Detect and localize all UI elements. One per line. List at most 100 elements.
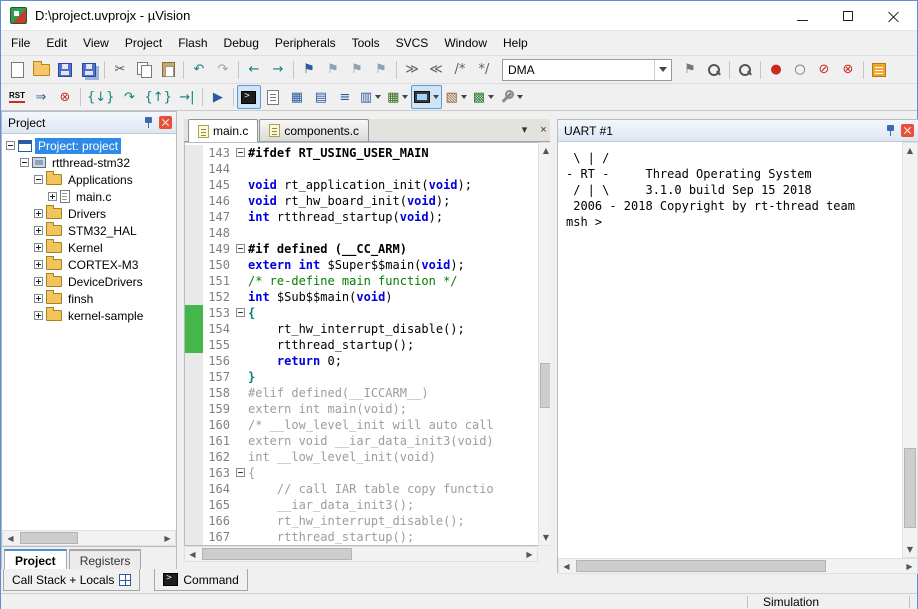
panel-close-icon[interactable] <box>159 116 172 129</box>
fold-collapse-icon[interactable] <box>236 244 245 253</box>
tree-row-applications[interactable]: Applications <box>2 171 176 188</box>
code-line[interactable]: /* re-define main function */ <box>248 273 538 289</box>
tree-row-kernel[interactable]: Kernel <box>2 239 176 256</box>
menu-view[interactable]: View <box>75 31 117 55</box>
uart-output[interactable]: \ | /- RT - Thread Operating System / | … <box>558 142 902 558</box>
breakpoint-margin[interactable] <box>185 465 203 481</box>
disassembly-window-icon[interactable] <box>261 85 285 109</box>
code-line[interactable]: { <box>248 465 538 481</box>
navigate-back-icon[interactable]: ← <box>242 58 266 82</box>
breakpoint-insert-icon[interactable]: ● <box>764 58 788 82</box>
code-line[interactable]: extern int $Super$$main(void); <box>248 257 538 273</box>
menu-project[interactable]: Project <box>117 31 170 55</box>
menu-svcs[interactable]: SVCS <box>388 31 437 55</box>
project-hscrollbar[interactable]: ◀ ▶ <box>2 530 176 546</box>
bookmark-toggle-icon[interactable]: ⚑ <box>297 58 321 82</box>
scroll-right-icon[interactable]: ▶ <box>522 547 537 562</box>
collapse-icon[interactable] <box>6 141 15 150</box>
panel-splitter[interactable] <box>550 111 557 569</box>
tree-item-kernel-sample[interactable]: kernel-sample <box>65 308 146 324</box>
scroll-right-icon[interactable]: ▶ <box>902 559 917 574</box>
tree-item-cortex-m3[interactable]: CORTEX-M3 <box>65 257 141 273</box>
tree-item-finsh[interactable]: finsh <box>65 291 96 307</box>
stop-icon[interactable]: ⊗ <box>53 85 77 109</box>
bookmark-prev-icon[interactable]: ⚑ <box>321 58 345 82</box>
editor-tab-main-c[interactable]: main.c <box>188 119 258 142</box>
tree-row-devicedrivers[interactable]: DeviceDrivers <box>2 273 176 290</box>
code-line[interactable]: extern void __iar_data_init3(void) <box>248 433 538 449</box>
scrollbar-thumb[interactable] <box>20 532 78 544</box>
save-icon[interactable] <box>53 58 77 82</box>
scroll-left-icon[interactable]: ◀ <box>185 547 200 562</box>
close-button[interactable] <box>871 1 917 31</box>
command-tab[interactable]: Command <box>154 569 247 591</box>
scroll-left-icon[interactable]: ◀ <box>559 559 574 574</box>
breakpoint-disable-all-icon[interactable]: ⊘ <box>812 58 836 82</box>
code-line[interactable]: { <box>248 305 538 321</box>
scrollbar-thumb[interactable] <box>576 560 826 572</box>
code-line[interactable]: #ifdef RT_USING_USER_MAIN <box>248 145 538 161</box>
tree-row-cortex-m3[interactable]: CORTEX-M3 <box>2 256 176 273</box>
tree-item-devicedrivers[interactable]: DeviceDrivers <box>65 274 146 290</box>
tree-row-project-project[interactable]: Project: project <box>2 137 176 154</box>
breakpoint-margin[interactable] <box>185 145 203 161</box>
collapse-icon[interactable] <box>34 175 43 184</box>
tree-row-rtthread-stm32[interactable]: rtthread-stm32 <box>2 154 176 171</box>
code-line[interactable] <box>248 161 538 177</box>
code-line[interactable]: void rt_hw_board_init(void); <box>248 193 538 209</box>
code-line[interactable]: int $Sub$$main(void) <box>248 289 538 305</box>
show-next-statement-icon[interactable]: ⇒ <box>29 85 53 109</box>
tree-row-drivers[interactable]: Drivers <box>2 205 176 222</box>
system-viewer-icon[interactable]: ▩ <box>470 85 497 109</box>
target-select[interactable]: DMA <box>502 59 672 81</box>
menu-window[interactable]: Window <box>436 31 495 55</box>
scrollbar-track[interactable] <box>574 559 902 573</box>
save-all-icon[interactable] <box>77 58 101 82</box>
cut-icon[interactable]: ✂ <box>108 58 132 82</box>
step-into-icon[interactable]: {↓} <box>84 85 117 109</box>
breakpoint-margin[interactable] <box>185 209 203 225</box>
tree-item-drivers[interactable]: Drivers <box>65 206 109 222</box>
breakpoint-margin[interactable] <box>185 353 203 369</box>
breakpoint-margin[interactable] <box>185 305 203 321</box>
serial-window-icon[interactable] <box>411 85 442 109</box>
call-stack-tab[interactable]: Call Stack + Locals <box>3 569 140 591</box>
breakpoint-margin[interactable] <box>185 289 203 305</box>
breakpoint-margin[interactable] <box>185 177 203 193</box>
code-line[interactable]: // call IAR table copy functio <box>248 481 538 497</box>
command-window-icon[interactable] <box>237 85 261 109</box>
scrollbar-track[interactable] <box>18 531 160 545</box>
editor-hscrollbar[interactable]: ◀ ▶ <box>184 546 538 562</box>
panel-splitter[interactable] <box>177 111 184 569</box>
breakpoint-margin[interactable] <box>185 225 203 241</box>
breakpoint-kill-all-icon[interactable]: ⊗ <box>836 58 860 82</box>
breakpoint-margin[interactable] <box>185 529 203 545</box>
menu-tools[interactable]: Tools <box>344 31 388 55</box>
code-line[interactable]: /* __low_level_init will auto call <box>248 417 538 433</box>
breakpoint-margin[interactable] <box>185 401 203 417</box>
memory-window-icon[interactable]: ▦ <box>384 85 411 109</box>
outdent-icon[interactable]: ≪ <box>424 58 448 82</box>
breakpoint-margin[interactable] <box>185 337 203 353</box>
scrollbar-track[interactable] <box>903 158 917 542</box>
scrollbar-thumb[interactable] <box>904 448 916 528</box>
find-in-files-icon[interactable] <box>702 58 726 82</box>
tree-row-kernel-sample[interactable]: kernel-sample <box>2 307 176 324</box>
expand-icon[interactable] <box>34 209 43 218</box>
expand-icon[interactable] <box>34 260 43 269</box>
run-to-cursor-icon[interactable]: →| <box>175 85 199 109</box>
step-over-icon[interactable]: ↷ <box>117 85 141 109</box>
copy-icon[interactable] <box>132 58 156 82</box>
scrollbar-thumb[interactable] <box>202 548 352 560</box>
tree-item-rtthread-stm32[interactable]: rtthread-stm32 <box>49 155 133 171</box>
tab-list-icon[interactable]: ▾ <box>516 121 533 138</box>
breakpoint-margin[interactable] <box>185 273 203 289</box>
maximize-button[interactable] <box>825 1 871 31</box>
tree-item-main-c[interactable]: main.c <box>73 189 114 205</box>
breakpoint-disable-icon[interactable]: ○ <box>788 58 812 82</box>
paste-icon[interactable] <box>156 58 180 82</box>
navigate-forward-icon[interactable]: → <box>266 58 290 82</box>
code-line[interactable]: #elif defined(__ICCARM__) <box>248 385 538 401</box>
code-line[interactable]: } <box>248 369 538 385</box>
pin-icon[interactable] <box>885 124 897 137</box>
